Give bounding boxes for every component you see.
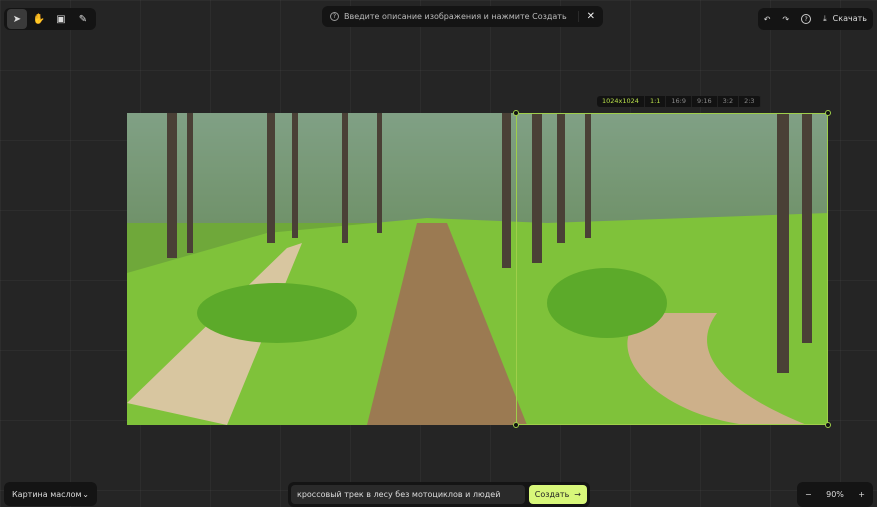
aspect-ratio-bar: 1024x1024 1:1 16:9 9:16 3:2 2:3 [597,96,761,107]
resize-handle[interactable] [825,110,831,116]
zoom-out-button[interactable]: − [805,490,812,499]
resize-handle[interactable] [825,422,831,428]
close-icon[interactable]: ✕ [577,11,595,22]
ratio-9-16[interactable]: 9:16 [692,96,718,107]
download-button[interactable]: ⤓ Скачать [823,14,867,24]
resize-handle[interactable] [513,110,519,116]
select-tool-icon[interactable]: ➤ [7,9,27,29]
tool-palette: ➤ ✋ ▣ ✎ [4,8,96,30]
undo-icon[interactable]: ↶ [764,15,771,24]
help-icon[interactable]: ? [801,14,812,24]
help-circle-icon: ? [330,12,339,21]
prompt-bar: кроссовый трек в лесу без мотоциклов и л… [288,482,590,507]
hand-tool-icon[interactable]: ✋ [29,9,49,29]
arrow-right-icon: → [574,490,581,499]
ratio-2-3[interactable]: 2:3 [739,96,761,107]
zoom-control: − 90% + [797,482,873,507]
prompt-input[interactable]: кроссовый трек в лесу без мотоциклов и л… [291,485,525,504]
style-select-value: Картина маслом [12,489,82,499]
image-tool-icon[interactable]: ▣ [51,9,71,29]
size-label: 1024x1024 [597,96,645,107]
pen-tool-icon[interactable]: ✎ [73,9,93,29]
resize-handle[interactable] [513,422,519,428]
create-label: Создать [534,490,570,499]
selection-frame[interactable] [513,110,831,428]
download-icon: ⤓ [823,14,827,23]
style-select[interactable]: Картина маслом ⌄ [4,482,97,506]
hint-banner: ? Введите описание изображения и нажмите… [322,6,604,27]
zoom-level: 90% [826,490,844,499]
chevron-down-icon: ⌄ [82,489,89,499]
ratio-3-2[interactable]: 3:2 [718,96,740,107]
create-button[interactable]: Создать → [528,485,587,504]
actions-toolbar: ↶ ↷ ? ⤓ Скачать [757,8,873,30]
ratio-16-9[interactable]: 16:9 [666,96,693,107]
hint-text: Введите описание изображения и нажмите С… [344,12,567,21]
ratio-1-1[interactable]: 1:1 [645,96,667,107]
redo-icon[interactable]: ↷ [782,15,789,24]
download-label: Скачать [832,14,867,23]
zoom-in-button[interactable]: + [858,490,865,499]
